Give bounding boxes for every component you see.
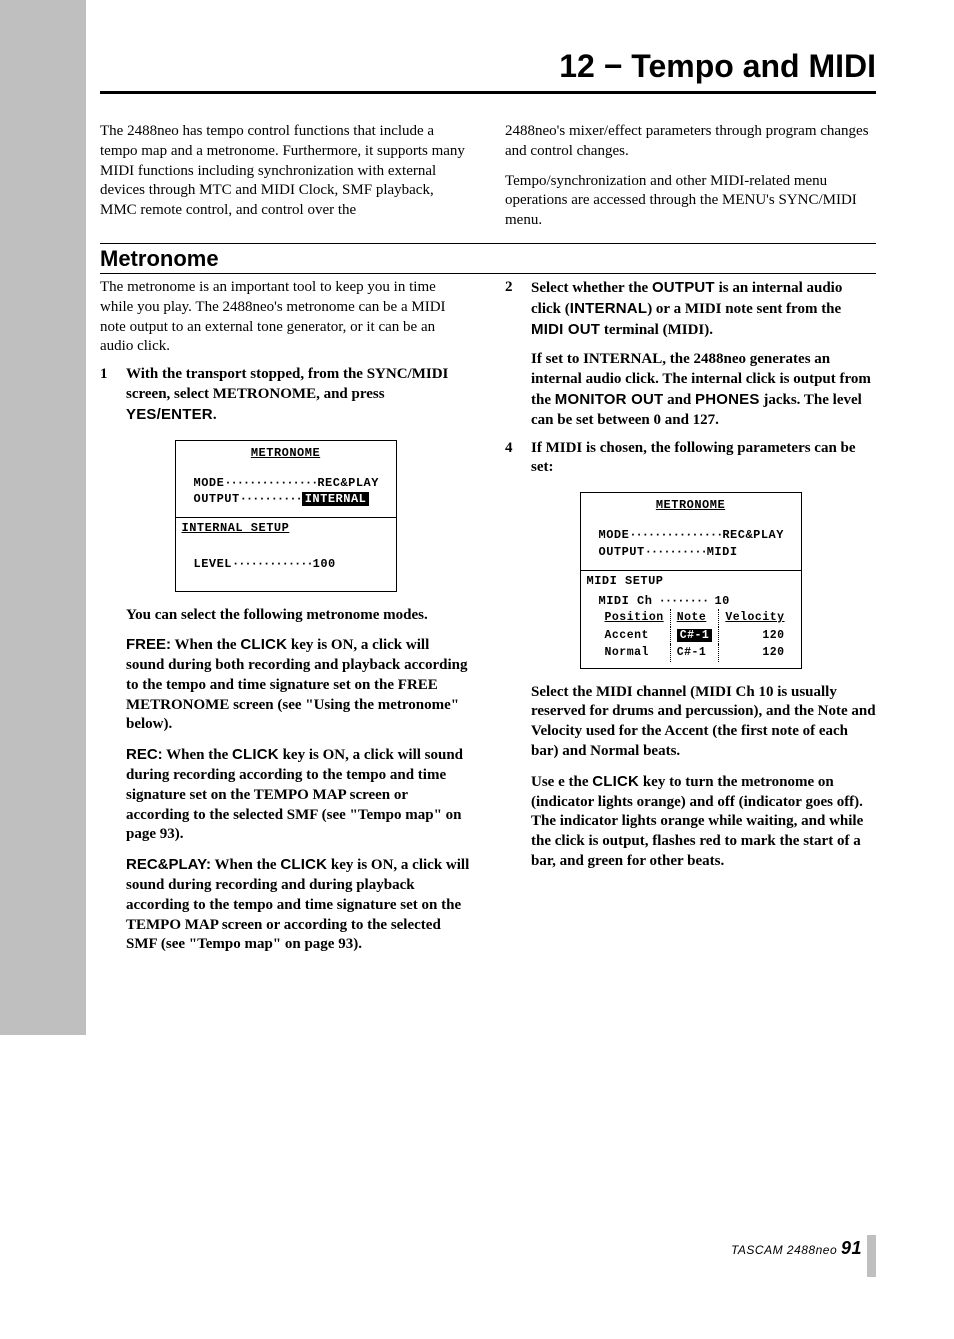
rec-label: REC: [126, 746, 163, 763]
intro-columns: The 2488neo has tempo control functions … [100, 122, 876, 231]
lcd2-sub: MIDI SETUP [581, 570, 801, 591]
recplay-label: REC&PLAY: [126, 856, 211, 873]
lcd1-level: LEVEL·············100 [176, 538, 396, 590]
s2p2-b: and [663, 392, 695, 408]
body-columns: The metronome is an important tool to ke… [100, 278, 876, 955]
th-velocity: Velocity [719, 609, 791, 627]
midi-out-key: MIDI OUT [531, 321, 600, 338]
footer-product: TASCAM 2488neo [731, 1243, 837, 1257]
click-key-last: CLICK [592, 773, 639, 790]
phones-key: PHONES [695, 391, 760, 408]
lcd2-ch-value: 10 [714, 594, 729, 608]
mode-free: FREE: When the CLICK key is ON, a click … [126, 635, 471, 735]
page-content: 12 − Tempo and MIDI The 2488neo has temp… [0, 0, 954, 1339]
lcd1-level-label: LEVEL [194, 557, 233, 571]
lcd-metronome-internal: METRONOME MODE···············REC&PLAY OU… [175, 440, 397, 592]
step-2-number: 2 [505, 278, 519, 340]
midi-channel-paragraph: Select the MIDI channel (MIDI Ch 10 is u… [531, 683, 876, 762]
intro-right-p2: Tempo/synchronization and other MIDI-rel… [505, 172, 876, 231]
mode-recplay: REC&PLAY: When the CLICK key is ON, a cl… [126, 855, 471, 955]
th-note: Note [670, 609, 719, 627]
click-indicator-paragraph: Use e the CLICK key to turn the metronom… [531, 772, 876, 872]
rp-a: When the [211, 857, 280, 873]
lcd2-table: MIDI Ch ········ 10 Position Note Veloci… [581, 591, 801, 668]
right-column: 2 Select whether the OUTPUT is an intern… [505, 278, 876, 955]
lcd2-title: METRONOME [581, 493, 801, 513]
td-normal-vel: 120 [719, 644, 791, 662]
step-1: 1 With the transport stopped, from the S… [100, 365, 471, 425]
lcd2-output-value: MIDI [707, 545, 738, 559]
td-accent-note: C#-1 [677, 629, 713, 642]
lcd2-midi-table: Position Note Velocity Accent C#-1 120 N… [599, 609, 791, 662]
rec-a: When the [163, 747, 232, 763]
step-4: 4 If MIDI is chosen, the following param… [505, 439, 876, 479]
lcd2-ch-label: MIDI Ch [599, 594, 653, 608]
lcd1-level-value: 100 [313, 557, 336, 571]
step-4-number: 4 [505, 439, 519, 479]
lcd2-mode-value: REC&PLAY [722, 528, 784, 542]
intro-left: The 2488neo has tempo control functions … [100, 122, 471, 231]
td-normal-note: C#-1 [670, 644, 719, 662]
step-4-text: If MIDI is chosen, the following paramet… [531, 439, 876, 479]
click-key-free: CLICK [240, 636, 287, 653]
step-1-number: 1 [100, 365, 114, 425]
step-1-pre: With the transport stopped, from the SYN… [126, 366, 448, 402]
step-2: 2 Select whether the OUTPUT is an intern… [505, 278, 876, 340]
step-1-text: With the transport stopped, from the SYN… [126, 365, 471, 425]
lcd1-mode-value: REC&PLAY [317, 476, 379, 490]
step-2-p2: If set to INTERNAL, the 2488neo generate… [531, 350, 876, 430]
metronome-intro: The metronome is an important tool to ke… [100, 278, 471, 357]
click-key-rec: CLICK [232, 746, 279, 763]
internal-key: INTERNAL [570, 300, 647, 317]
free-label: FREE: [126, 636, 171, 653]
td-accent-vel: 120 [719, 627, 791, 645]
th-position: Position [599, 609, 671, 627]
free-a: When the [171, 637, 240, 653]
s2-a: Select whether the [531, 280, 652, 296]
lcd1-title: METRONOME [176, 441, 396, 461]
lcd1-output-value: INTERNAL [302, 492, 370, 506]
s2-d: terminal (MIDI). [600, 322, 713, 338]
left-column: The metronome is an important tool to ke… [100, 278, 471, 955]
lcd2-output-label: OUTPUT [599, 545, 645, 559]
intro-right-p1: 2488neo's mixer/effect parameters throug… [505, 122, 876, 162]
modes-intro: You can select the following metronome m… [126, 606, 471, 626]
step-1-post: . [213, 407, 217, 423]
page-footer: TASCAM 2488neo 91 [731, 1238, 862, 1259]
section-title-metronome: Metronome [100, 243, 876, 274]
intro-right: 2488neo's mixer/effect parameters throug… [505, 122, 876, 231]
lcd1-sub: INTERNAL SETUP [176, 517, 396, 538]
lcd1-body: MODE···············REC&PLAY OUTPUT······… [176, 461, 396, 517]
s2-c: ) or a MIDI note sent from the [647, 301, 841, 317]
td-normal: Normal [599, 644, 671, 662]
lcd2-mode-label: MODE [599, 528, 630, 542]
output-key: OUTPUT [652, 279, 715, 296]
monitor-out-key: MONITOR OUT [555, 391, 664, 408]
td-accent: Accent [599, 627, 671, 645]
step-2-text: Select whether the OUTPUT is an internal… [531, 278, 876, 340]
footer-page-number: 91 [841, 1238, 862, 1258]
lcd-metronome-midi: METRONOME MODE···············REC&PLAY OU… [580, 492, 802, 668]
lcd1-mode-label: MODE [194, 476, 225, 490]
click-key-rp: CLICK [280, 856, 327, 873]
lcd2-body: MODE···············REC&PLAY OUTPUT······… [581, 513, 801, 569]
lcd1-output-label: OUTPUT [194, 492, 240, 506]
plast-a: Use e the [531, 774, 592, 790]
yes-enter-key: YES/ENTER [126, 406, 213, 423]
mode-rec: REC: When the CLICK key is ON, a click w… [126, 745, 471, 845]
chapter-title: 12 − Tempo and MIDI [100, 0, 876, 94]
